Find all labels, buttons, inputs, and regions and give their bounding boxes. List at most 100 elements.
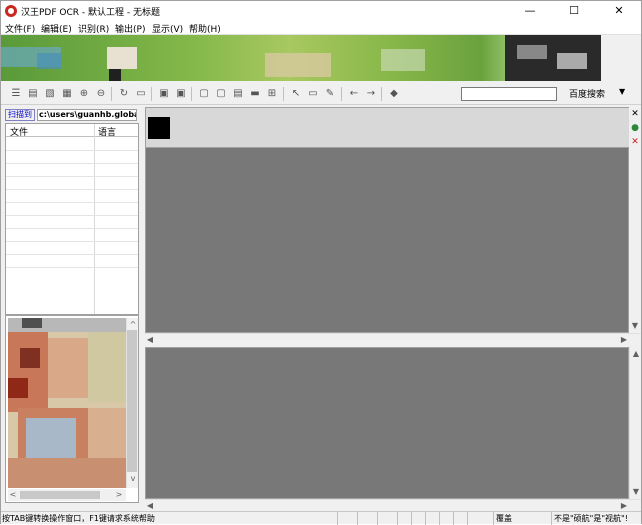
- table-row: [6, 189, 138, 190]
- zoom-in-icon[interactable]: ⊕: [77, 87, 91, 101]
- arrow-left-icon[interactable]: ←: [347, 87, 361, 101]
- toolbar: ☰ ▤ ▧ ▦ ⊕ ⊖ ↻ ▭ ▣ ▣ ▢ ▢ ▤ ▬ ⊞ ↖ ▭ ✎ ← → …: [1, 83, 641, 105]
- menu-help[interactable]: 帮助(H): [189, 22, 221, 35]
- red-close-icon[interactable]: ✕: [630, 137, 640, 147]
- image-view-pane[interactable]: [145, 107, 630, 333]
- pages-icon[interactable]: ▦: [60, 87, 74, 101]
- page-thumbnail-panel[interactable]: ^ v < >: [5, 315, 139, 503]
- column-language[interactable]: 语言: [98, 125, 116, 138]
- scroll-down-icon[interactable]: v: [128, 474, 138, 483]
- table-row: [6, 215, 138, 216]
- scan-icon[interactable]: ☰: [9, 87, 23, 101]
- baidu-search-button[interactable]: 百度搜索: [569, 87, 605, 100]
- scan-to-row: 扫描到 c:\users\guanhb.globa: [3, 107, 139, 123]
- split-region-icon[interactable]: ⊞: [265, 87, 279, 101]
- scroll-right-icon[interactable]: ▶: [619, 501, 629, 510]
- left-panel: 扫描到 c:\users\guanhb.globa 文件 语言 ^ v < >: [3, 107, 139, 509]
- menu-file[interactable]: 文件(F): [5, 22, 35, 35]
- layout-icon[interactable]: ▣: [157, 87, 171, 101]
- toolbar-divider: [111, 87, 112, 101]
- status-cell: [411, 512, 425, 525]
- minimize-button[interactable]: —: [508, 1, 552, 21]
- toolbar-divider: [283, 87, 284, 101]
- status-mode: 覆盖: [493, 512, 519, 525]
- scroll-down-icon[interactable]: ▼: [630, 321, 640, 330]
- status-cell: [397, 512, 411, 525]
- title-bar: 汉王PDF OCR - 默认工程 - 无标题 — ☐ ✕: [1, 1, 641, 21]
- search-dropdown-icon[interactable]: ▼: [619, 87, 625, 96]
- file-list-header: 文件 语言: [6, 124, 138, 138]
- scroll-up-icon[interactable]: ^: [128, 320, 138, 329]
- scroll-left-icon[interactable]: <: [8, 490, 18, 499]
- window-title: 汉王PDF OCR - 默认工程 - 无标题: [21, 8, 160, 18]
- thumbnail-horizontal-scrollbar[interactable]: < >: [8, 489, 126, 501]
- thumbnail-image: [8, 318, 126, 488]
- close-pane-icon[interactable]: ✕: [630, 109, 640, 119]
- scroll-thumb[interactable]: [20, 491, 100, 499]
- side-tool-column: ✕ ● ✕ ▼: [629, 107, 641, 333]
- status-hint: 按TAB键转换操作窗口，F1键请求系统帮助: [2, 514, 155, 523]
- menu-output[interactable]: 输出(P): [115, 22, 145, 35]
- table-row: [6, 176, 138, 177]
- menu-recognize[interactable]: 识别(R): [78, 22, 109, 35]
- page-preview[interactable]: [148, 117, 170, 139]
- maximize-button[interactable]: ☐: [552, 1, 596, 21]
- status-cell: [453, 512, 467, 525]
- table-row: [6, 254, 138, 255]
- column-file[interactable]: 文件: [10, 125, 28, 138]
- app-window: 汉王PDF OCR - 默认工程 - 无标题 — ☐ ✕ 文件(F) 编辑(E)…: [0, 0, 642, 525]
- table-row: [6, 241, 138, 242]
- table-row: [6, 163, 138, 164]
- image-region-icon[interactable]: ▢: [214, 87, 228, 101]
- table-row: [6, 202, 138, 203]
- open-folder-icon[interactable]: ▤: [26, 87, 40, 101]
- rotate-icon[interactable]: ↻: [117, 87, 131, 101]
- text-view-pane[interactable]: [145, 347, 629, 499]
- scroll-left-icon[interactable]: ◀: [145, 335, 155, 344]
- recognize-icon[interactable]: ◆: [387, 87, 401, 101]
- text-region-icon[interactable]: ▢: [197, 87, 211, 101]
- open-image-icon[interactable]: ▧: [43, 87, 57, 101]
- table-row: [6, 228, 138, 229]
- status-cell: [337, 512, 357, 525]
- scroll-right-icon[interactable]: ▶: [619, 335, 629, 344]
- toolbar-divider: [191, 87, 192, 101]
- menu-view[interactable]: 显示(V): [152, 22, 183, 35]
- menu-bar: 文件(F) 编辑(E) 识别(R) 输出(P) 显示(V) 帮助(H): [1, 21, 641, 35]
- file-list-table[interactable]: 文件 语言: [5, 123, 139, 315]
- deskew-icon[interactable]: ▭: [134, 87, 148, 101]
- status-cell: [377, 512, 397, 525]
- text-horizontal-scrollbar[interactable]: ◀ ▶: [145, 499, 641, 511]
- scan-path-field[interactable]: c:\users\guanhb.globa: [37, 109, 137, 121]
- scan-to-button[interactable]: 扫描到: [5, 109, 35, 121]
- close-button[interactable]: ✕: [597, 1, 641, 21]
- pen-icon[interactable]: ✎: [323, 87, 337, 101]
- image-horizontal-scrollbar[interactable]: ◀ ▶: [145, 333, 641, 345]
- status-cell: [467, 512, 481, 525]
- app-logo-icon: [5, 5, 17, 17]
- arrow-right-icon[interactable]: →: [364, 87, 378, 101]
- delete-region-icon[interactable]: ▬: [248, 87, 262, 101]
- scroll-left-icon[interactable]: ◀: [145, 501, 155, 510]
- scroll-thumb[interactable]: [127, 330, 137, 472]
- toolbar-divider: [381, 87, 382, 101]
- zoom-out-icon[interactable]: ⊖: [94, 87, 108, 101]
- status-tip: 不是"硕航"是"视航"!: [551, 512, 641, 525]
- green-tool-icon[interactable]: ●: [630, 123, 640, 133]
- text-vertical-scrollbar[interactable]: ▲ ▼: [629, 347, 641, 499]
- toolbar-divider: [151, 87, 152, 101]
- scroll-up-icon[interactable]: ▲: [631, 349, 641, 358]
- menu-edit[interactable]: 编辑(E): [41, 22, 72, 35]
- layout-alt-icon[interactable]: ▣: [174, 87, 188, 101]
- search-input[interactable]: [461, 87, 557, 101]
- table-region-icon[interactable]: ▤: [231, 87, 245, 101]
- scroll-right-icon[interactable]: >: [114, 490, 124, 499]
- toolbar-divider: [341, 87, 342, 101]
- table-row: [6, 267, 138, 268]
- scroll-down-icon[interactable]: ▼: [631, 487, 641, 496]
- pointer-icon[interactable]: ↖: [289, 87, 303, 101]
- select-icon[interactable]: ▭: [306, 87, 320, 101]
- banner-image: [1, 35, 641, 81]
- status-cell: [425, 512, 439, 525]
- image-strip: [146, 108, 630, 148]
